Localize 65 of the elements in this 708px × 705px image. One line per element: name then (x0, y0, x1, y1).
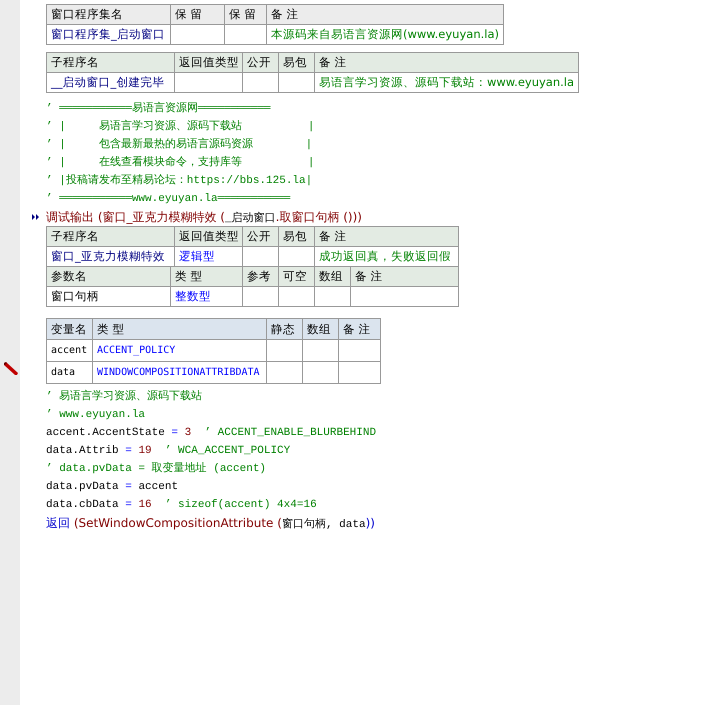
code-line: ’ | 包含最新最热的易语言源码资源 | (46, 136, 312, 153)
table-cell (243, 73, 279, 93)
code-line: ’ ═══════════www.eyuyan.la═══════════ (46, 192, 290, 207)
column-header: 子程序名 (47, 53, 175, 73)
table-cell: WINDOWCOMPOSITIONATTRIBDATA (93, 362, 267, 384)
column-header: 公开 (243, 53, 279, 73)
code-line: ’ 易语言学习资源、源码下载站 (46, 388, 202, 405)
table-cell: 本源码来自易语言资源网(www.eyuyan.la) (267, 25, 504, 45)
table-cell: 易语言学习资源、源码下载站：www.eyuyan.la (315, 73, 580, 93)
column-header: 子程序名 (47, 227, 175, 247)
table-cell: accent (47, 340, 93, 362)
column-header: 静态 (267, 319, 303, 340)
table-cell: __启动窗口_创建完毕 (47, 73, 175, 93)
code-line: ’ ═══════════易语言资源网═══════════ (46, 100, 270, 117)
code-line: ’ |投稿请发布至精易论坛：https://bbs.125.la| (46, 173, 312, 189)
code-line: ’ | 易语言学习资源、源码下载站 | (46, 118, 314, 135)
column-header: 易包 (279, 53, 315, 73)
column-header: 备 注 (267, 5, 504, 25)
column-header: 数组 (303, 319, 339, 340)
column-header: 变量名 (47, 319, 93, 340)
column-header: 备 注 (339, 319, 381, 340)
code-line: ’ data.pvData = 取变量地址 (accent) (46, 460, 266, 477)
column-header: 易包 (279, 227, 315, 247)
code-line: data.cbData = 16 ’ sizeof(accent) 4x4=16 (46, 498, 317, 513)
table-cell (339, 362, 381, 384)
code-line: 调试输出 (窗口_亚克力模糊特效 (_启动窗口.取窗口句柄 ())) (46, 209, 362, 226)
column-header: 保 留 (225, 5, 267, 25)
column-header: 窗口程序集名 (47, 5, 171, 25)
column-header: 参考 (243, 267, 279, 287)
table-cell: data (47, 362, 93, 384)
table-cell (225, 25, 267, 45)
table-cell (303, 362, 339, 384)
column-header: 参数名 (47, 267, 171, 287)
table-cell (171, 25, 225, 45)
code-line: ’ | 在线查看模块命令，支持库等 | (46, 154, 314, 171)
code-line: ’ www.eyuyan.la (46, 408, 146, 423)
pencil-icon (3, 362, 19, 376)
column-header: 备 注 (315, 227, 459, 247)
table-cell: ACCENT_POLICY (93, 340, 267, 362)
column-header: 备 注 (351, 267, 459, 287)
table-cell (279, 73, 315, 93)
table-cell (303, 340, 339, 362)
column-header: 可空 (279, 267, 315, 287)
column-header: 返回值类型 (175, 227, 243, 247)
column-header: 类 型 (93, 319, 267, 340)
table-cell (279, 287, 315, 307)
table-cell: 窗口程序集_启动窗口 (47, 25, 171, 45)
table-cell (175, 73, 243, 93)
column-header: 类 型 (171, 267, 243, 287)
table-cell (267, 362, 303, 384)
table-cell (339, 340, 381, 362)
table-cell: 窗口句柄 (47, 287, 171, 307)
table-cell (243, 287, 279, 307)
table-cell (267, 340, 303, 362)
code-line: data.Attrib = 19 ’ WCA_ACCENT_POLICY (46, 444, 290, 459)
code-line: data.pvData = accent (46, 480, 178, 495)
column-header: 数组 (315, 267, 351, 287)
column-header: 公开 (243, 227, 279, 247)
column-header: 备 注 (315, 53, 580, 73)
table-cell (315, 287, 351, 307)
code-line: 返回 (SetWindowCompositionAttribute (窗口句柄, data)) (46, 515, 375, 532)
column-header: 返回值类型 (175, 53, 243, 73)
column-header: 保 留 (171, 5, 225, 25)
table-cell: 整数型 (171, 287, 243, 307)
code-line: accent.AccentState = 3 ’ ACCENT_ENABLE_BLURBEHIND (46, 426, 376, 441)
